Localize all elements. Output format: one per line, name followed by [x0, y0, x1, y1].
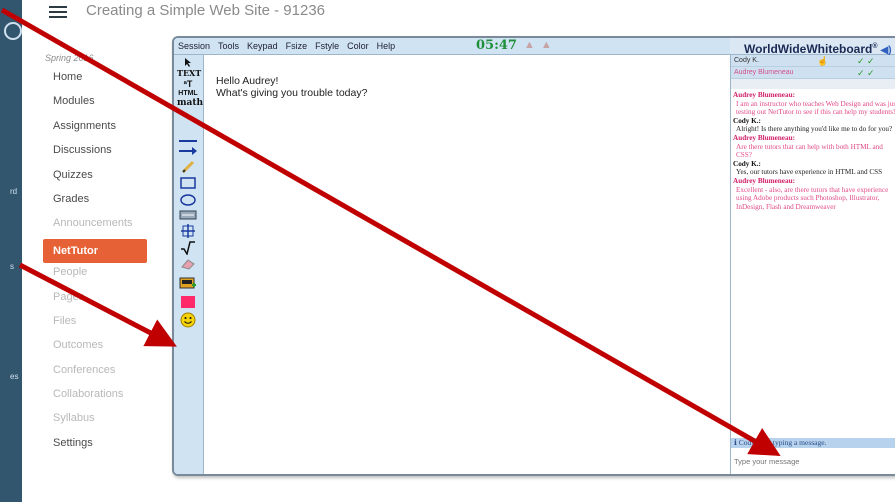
- hamburger-menu-icon[interactable]: [49, 6, 67, 18]
- course-term: Spring 2016: [45, 53, 94, 63]
- chat-message: Excellent - also, are there tutors that …: [736, 185, 889, 211]
- global-navigation: rd s es: [0, 0, 22, 502]
- menu-help[interactable]: Help: [373, 41, 400, 51]
- chat-speaker: Audrey Blumeneau:: [733, 176, 795, 185]
- text-size-tool-icon[interactable]: ªT: [177, 79, 199, 89]
- typing-indicator: ℹ︎ Cody K. is typing a message.: [731, 438, 895, 448]
- chat-speaker: Cody K.:: [733, 116, 761, 125]
- chat-message: I am an instructor who teaches Web Desig…: [736, 99, 895, 117]
- menu-session[interactable]: Session: [174, 41, 214, 51]
- math-tool[interactable]: math: [177, 98, 203, 108]
- chat-message: Yes, our tutors have experience in HTML …: [736, 168, 883, 177]
- eraser-tool-icon[interactable]: [177, 258, 199, 270]
- menu-color[interactable]: Color: [343, 41, 373, 51]
- whiteboard-toolbar: TEXT ªT HTML math: [174, 55, 204, 474]
- participant-name: Cody K.: [734, 57, 759, 64]
- chat-message: Are there tutors that can help with both…: [736, 142, 883, 160]
- pointer-tool-icon[interactable]: [177, 57, 199, 67]
- course-nav-item-quizzes[interactable]: Quizzes: [43, 166, 147, 190]
- back-arrow-icon[interactable]: ▲: [524, 39, 541, 51]
- course-nav-item-home[interactable]: Home: [43, 68, 147, 92]
- chat-speaker: Audrey Blumeneau:: [733, 133, 795, 142]
- menu-keypad[interactable]: Keypad: [243, 41, 282, 51]
- ellipse-tool-icon[interactable]: [177, 194, 199, 206]
- global-nav-label[interactable]: rd: [10, 187, 17, 196]
- participant-row: Cody K. ☝ ✓ ✓: [731, 55, 895, 67]
- course-nav-item-outcomes[interactable]: Outcomes: [43, 336, 147, 360]
- chat-message: Alright! Is there anything you'd like me…: [736, 125, 893, 134]
- text-tool[interactable]: TEXT: [177, 68, 201, 78]
- brand-mark: ®: [872, 43, 878, 50]
- global-nav-label[interactable]: es: [10, 372, 18, 381]
- participant-name: Audrey Blumeneau: [734, 69, 794, 76]
- pencil-tool-icon[interactable]: [177, 160, 199, 174]
- course-nav-item-pages[interactable]: Pages: [43, 288, 147, 312]
- line-tool-icon[interactable]: [177, 139, 199, 143]
- smiley-tool-icon[interactable]: [177, 312, 199, 328]
- whiteboard-canvas[interactable]: Hello Audrey! What's giving you trouble …: [204, 55, 730, 474]
- presence-checks: ✓ ✓: [857, 68, 875, 78]
- course-nav-item-files[interactable]: Files: [43, 312, 147, 336]
- canvas-lms-page: rd s es Creating a Simple Web Site - 912…: [0, 0, 895, 502]
- menu-tools[interactable]: Tools: [214, 41, 243, 51]
- color-picker-tool-icon[interactable]: [177, 295, 199, 309]
- page-nav-arrows[interactable]: ▲▲: [524, 39, 558, 51]
- chat-sidebar: Cody K. ☝ ✓ ✓ Audrey Blumeneau ✓ ✓ Audre…: [730, 55, 895, 474]
- menu-fstyle[interactable]: Fstyle: [311, 41, 343, 51]
- participant-row: Audrey Blumeneau ✓ ✓: [731, 67, 895, 79]
- graph-tool-icon[interactable]: [177, 223, 199, 239]
- forward-arrow-icon[interactable]: ▲: [541, 39, 558, 51]
- course-nav-item-people[interactable]: People: [43, 263, 147, 287]
- chat-speaker: Audrey Blumeneau:: [733, 91, 795, 99]
- whiteboard-brand: WorldWideWhiteboard® ◀): [730, 38, 895, 56]
- course-nav-item-grades[interactable]: Grades: [43, 190, 147, 214]
- course-nav-item-conferences[interactable]: Conferences: [43, 361, 147, 385]
- course-nav-item-announcements[interactable]: Announcements: [43, 214, 147, 238]
- canvas-line: What's giving you trouble today?: [216, 87, 368, 99]
- course-nav-item-collaborations[interactable]: Collaborations: [43, 385, 147, 409]
- typing-status: Cody K. is typing a message.: [738, 438, 827, 447]
- brand-name: WorldWideWhiteboard: [744, 42, 873, 56]
- course-nav-item-nettutor[interactable]: NetTutor: [43, 238, 147, 263]
- menu-fsize[interactable]: Fsize: [282, 41, 312, 51]
- course-title-breadcrumb[interactable]: Creating a Simple Web Site - 91236: [86, 2, 325, 19]
- html-tool[interactable]: HTML: [177, 90, 199, 97]
- session-timer: 05:47: [476, 38, 517, 53]
- keyboard-tool-icon[interactable]: [177, 209, 199, 221]
- course-nav-item-assignments[interactable]: Assignments: [43, 117, 147, 141]
- course-nav-item-syllabus[interactable]: Syllabus: [43, 409, 147, 433]
- course-navigation: Home Modules Assignments Discussions Quizzes…: [43, 68, 147, 458]
- whiteboard-menubar: Session Tools Keypad Fsize Fstyle Color Help: [174, 38, 730, 55]
- presence-checks: ✓ ✓: [857, 56, 875, 66]
- rectangle-tool-icon[interactable]: [177, 177, 199, 189]
- canvas-text-block: Hello Audrey! What's giving you trouble …: [216, 75, 367, 99]
- chat-message-input[interactable]: [731, 448, 895, 474]
- chat-speaker: Cody K.:: [733, 159, 761, 168]
- netTutor-whiteboard: Session Tools Keypad Fsize Fstyle Color Help 0…: [172, 36, 895, 476]
- chat-transcript: Audrey Blumeneau: I am an instructor who …: [731, 89, 895, 454]
- insert-image-tool-icon[interactable]: [177, 275, 199, 291]
- course-nav-item-discussions[interactable]: Discussions: [43, 141, 147, 165]
- raise-hand-icon[interactable]: ☝: [817, 55, 828, 67]
- participants-list: Cody K. ☝ ✓ ✓ Audrey Blumeneau ✓ ✓: [731, 55, 895, 87]
- canvas-logo-icon[interactable]: [4, 22, 22, 40]
- course-nav-item-modules[interactable]: Modules: [43, 92, 147, 116]
- global-nav-label[interactable]: s: [10, 262, 14, 271]
- arrow-tool-icon[interactable]: [177, 147, 199, 155]
- course-nav-item-settings[interactable]: Settings: [43, 434, 147, 458]
- canvas-line: Hello Audrey!: [216, 75, 279, 87]
- square-root-tool-icon[interactable]: [177, 241, 199, 255]
